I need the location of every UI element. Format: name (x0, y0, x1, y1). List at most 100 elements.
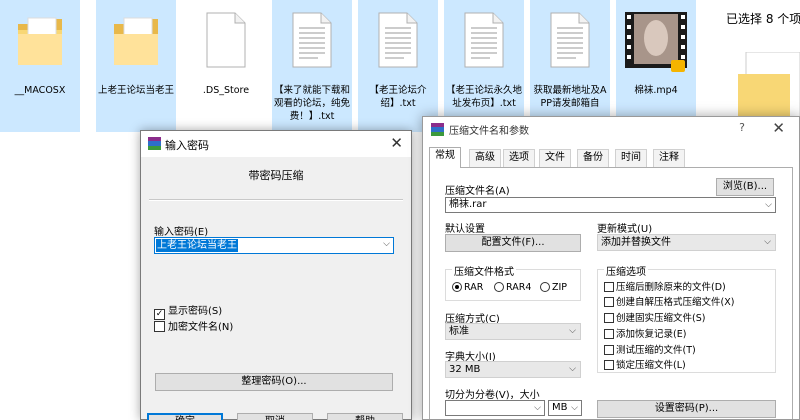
option-label: 添加恢复记录(E) (616, 329, 687, 340)
tab-comment[interactable]: 注释 (653, 149, 685, 167)
checkbox-icon (154, 321, 165, 332)
checkbox-checked-icon: ✓ (154, 309, 165, 320)
radio-icon (540, 282, 550, 292)
file-item-ds-store[interactable]: .DS_Store (186, 0, 266, 132)
file-item-video[interactable]: 棉袜.mp4 (616, 0, 696, 132)
format-group: 压缩文件格式 RAR RAR4 ZIP (445, 263, 581, 301)
update-mode-value: 添加并替换文件 (601, 237, 671, 248)
show-password-checkbox[interactable]: ✓ 显示密码(S) (154, 305, 222, 320)
file-name: 棉袜.mp4 (634, 85, 678, 96)
dictionary-select[interactable]: 32 MB ⌵ (445, 361, 581, 378)
file-name: 获取最新地址及APP请发邮箱自 (533, 85, 607, 109)
file-item-macosx[interactable]: __MACOSX (0, 0, 80, 132)
format-zip-radio[interactable]: ZIP (540, 282, 567, 294)
chevron-down-icon[interactable]: ⌵ (764, 235, 771, 250)
update-mode-select[interactable]: 添加并替换文件 ⌵ (597, 234, 776, 251)
divider (149, 199, 403, 201)
option-delete-after[interactable]: 压缩后删除原来的文件(D) (604, 282, 726, 294)
encrypt-names-checkbox[interactable]: 加密文件名(N) (154, 321, 233, 334)
help-button[interactable]: 帮助 (327, 413, 403, 420)
tab-files[interactable]: 文件 (539, 149, 571, 167)
chevron-down-icon[interactable]: ⌵ (571, 401, 578, 415)
split-volume-label: 切分为分卷(V)，大小 (445, 390, 540, 401)
video-thumbnail-icon (625, 12, 687, 72)
checkbox-icon (604, 297, 614, 307)
tab-options[interactable]: 选项 (503, 149, 535, 167)
help-icon[interactable]: ? (739, 121, 745, 134)
option-label: 压缩后删除原来的文件(D) (616, 282, 726, 293)
checkbox-icon (604, 345, 614, 355)
file-name: .DS_Store (202, 85, 250, 96)
radio-icon (494, 282, 504, 292)
profiles-button[interactable]: 配置文件(F)... (445, 234, 581, 252)
close-icon[interactable]: ✕ (772, 119, 785, 137)
file-item-folder[interactable]: 上老王论坛当老王 (96, 0, 176, 132)
checkbox-label: 加密文件名(N) (168, 322, 234, 333)
split-unit-value: MB (552, 402, 568, 413)
option-label: 创建固实压缩文件(S) (616, 313, 706, 324)
chevron-down-icon[interactable]: ⌵ (765, 198, 772, 212)
option-label: 创建自解压格式压缩文件(X) (616, 297, 735, 308)
file-item-txt-3[interactable]: 【老王论坛永久地址发布页】.txt (444, 0, 524, 132)
chevron-down-icon[interactable]: ⌵ (569, 324, 576, 339)
tab-backup[interactable]: 备份 (577, 149, 609, 167)
winrar-icon (148, 137, 161, 150)
dialog-titlebar: 压缩文件名和参数 ? ✕ (423, 117, 799, 141)
selection-count: 已选择 8 个项 (726, 12, 800, 26)
text-file-icon (378, 12, 418, 68)
option-sfx[interactable]: 创建自解压格式压缩文件(X) (604, 297, 734, 309)
text-file-icon (550, 12, 590, 68)
browse-button[interactable]: 浏览(B)... (716, 178, 774, 196)
chevron-down-icon[interactable]: ⌵ (383, 239, 390, 249)
file-item-txt-2[interactable]: 【老王论坛介绍】.txt (358, 0, 438, 132)
tab-bar: 常规 高级 选项 文件 备份 时间 注释 (429, 147, 793, 168)
chevron-down-icon[interactable]: ⌵ (569, 362, 576, 377)
dialog-title: 输入密码 (165, 139, 209, 152)
password-input[interactable]: 上老王论坛当老王 ⌵ (154, 237, 394, 254)
format-rar-radio[interactable]: RAR (452, 282, 483, 294)
dictionary-value: 32 MB (449, 364, 481, 375)
text-file-icon (292, 12, 332, 68)
password-label: 输入密码(E) (154, 227, 209, 238)
set-password-button[interactable]: 设置密码(P)... (597, 400, 776, 418)
archive-name-label: 压缩文件名(A) (445, 186, 510, 197)
folder-icon (114, 17, 158, 65)
file-name: 【来了就能下载和观看的论坛，纯免费！】.txt (274, 85, 351, 122)
option-solid[interactable]: 创建固实压缩文件(S) (604, 313, 705, 325)
checkbox-icon (604, 282, 614, 292)
split-unit-select[interactable]: MB ⌵ (548, 400, 582, 416)
format-label: ZIP (552, 282, 568, 293)
cancel-button[interactable]: 取消 (237, 413, 313, 420)
tab-advanced[interactable]: 高级 (469, 149, 501, 167)
options-group: 压缩选项 压缩后删除原来的文件(D) 创建自解压格式压缩文件(X) 创建固实压缩… (597, 263, 776, 373)
folder-icon (18, 17, 62, 65)
file-name: 上老王论坛当老王 (98, 85, 175, 96)
dialog-title: 压缩文件名和参数 (449, 126, 529, 137)
checkbox-icon (604, 329, 614, 339)
option-label: 测试压缩的文件(T) (616, 345, 696, 356)
text-file-icon (464, 12, 504, 68)
file-item-txt-4[interactable]: 获取最新地址及APP请发邮箱自 (530, 0, 610, 132)
chevron-down-icon[interactable]: ⌵ (534, 401, 541, 415)
format-group-title: 压缩文件格式 (452, 263, 516, 278)
tab-general[interactable]: 常规 (429, 147, 461, 168)
file-name: 【老王论坛介绍】.txt (369, 85, 427, 109)
file-item-txt-1[interactable]: 【来了就能下载和观看的论坛，纯免费！】.txt (272, 0, 352, 132)
archive-name-input[interactable]: 棉袜.rar ⌵ (445, 197, 776, 213)
dialog-titlebar: 输入密码 ✕ (141, 131, 411, 157)
option-test[interactable]: 测试压缩的文件(T) (604, 345, 696, 357)
tab-time[interactable]: 时间 (615, 149, 647, 167)
split-size-input[interactable]: ⌵ (445, 400, 545, 416)
format-rar4-radio[interactable]: RAR4 (494, 282, 531, 294)
close-icon[interactable]: ✕ (390, 134, 403, 152)
option-recovery[interactable]: 添加恢复记录(E) (604, 329, 686, 341)
ok-button[interactable]: 确定 (147, 413, 223, 420)
checkbox-icon (604, 313, 614, 323)
default-settings-label: 默认设置 (445, 224, 485, 235)
option-lock[interactable]: 锁定压缩文件(L) (604, 360, 686, 372)
dialog-subtitle: 带密码压缩 (248, 169, 304, 182)
method-select[interactable]: 标准 ⌵ (445, 323, 581, 340)
format-label: RAR4 (506, 282, 532, 293)
organize-passwords-button[interactable]: 整理密码(O)... (155, 373, 393, 391)
radio-selected-icon (452, 282, 462, 292)
